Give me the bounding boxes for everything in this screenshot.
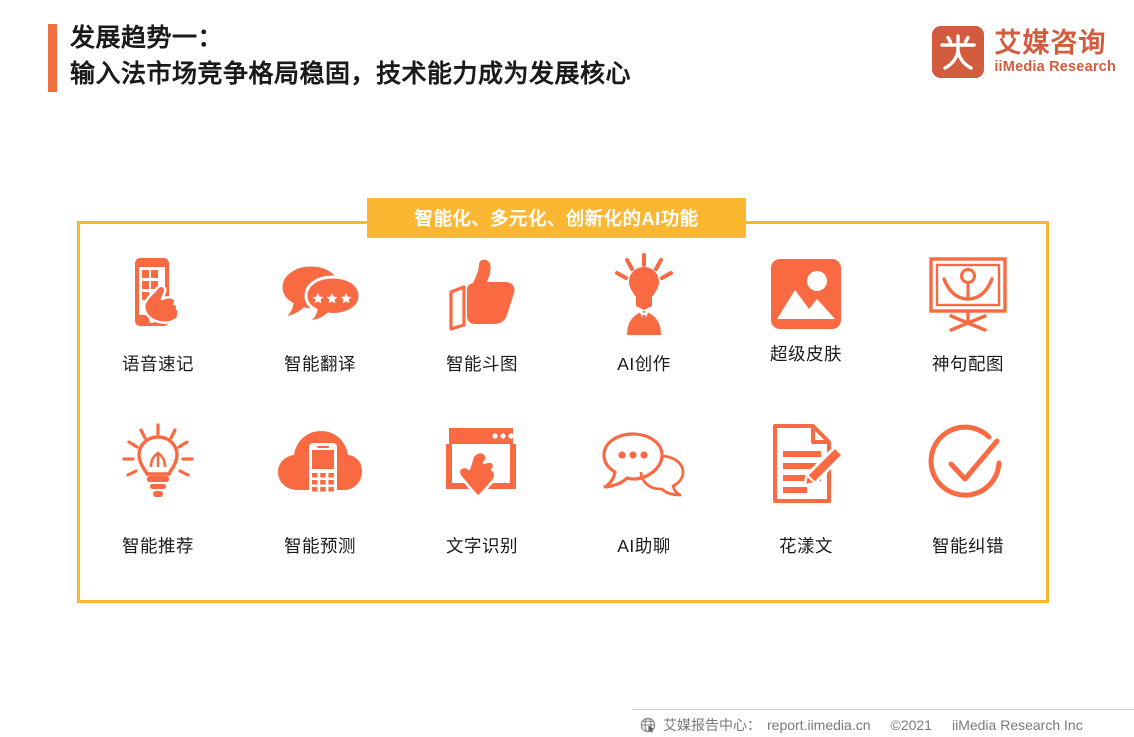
- footer: 艾媒报告中心： report.iimedia.cn ©2021 iiMedia …: [640, 713, 1134, 737]
- feature-label: 智能纠错: [932, 536, 1004, 556]
- thumbs-up-icon: [442, 251, 522, 337]
- logo-name-en: iiMedia Research: [994, 59, 1116, 75]
- framed-photo-person-icon: [926, 251, 1010, 337]
- footer-company: iiMedia Research Inc: [951, 717, 1083, 733]
- logo-name-cn: 艾媒咨询: [994, 28, 1107, 58]
- title-line-1: 发展趋势一：: [70, 24, 224, 52]
- chat-bubbles-outline-icon: [601, 421, 687, 507]
- feature-item-super-skin[interactable]: 超级皮肤: [725, 243, 887, 366]
- slide-header: 发展趋势一： 输入法市场竞争格局稳固，技术能力成为发展核心 艾媒咨询 iiMed…: [0, 0, 1134, 120]
- document-pencil-icon: [767, 421, 845, 507]
- feature-label: 神句配图: [932, 354, 1004, 374]
- feature-item-ai-creation[interactable]: AI创作: [563, 243, 725, 376]
- slide-page: 发展趋势一： 输入法市场竞争格局稳固，技术能力成为发展核心 艾媒咨询 iiMed…: [0, 0, 1134, 737]
- logo-mark-icon: [932, 26, 985, 78]
- check-circle-icon: [927, 421, 1009, 507]
- features-grid: 语音速记 智能翻译 智能斗图 AI创作 超级皮肤 神句配图 智能推荐 智能预测 …: [77, 243, 1049, 583]
- browser-hand-cursor-icon: [443, 421, 521, 507]
- feature-item-text-recognition[interactable]: 文字识别: [401, 413, 563, 558]
- logo-text: 艾媒咨询 iiMedia Research: [994, 28, 1116, 76]
- feature-item-smart-correction[interactable]: 智能纠错: [887, 413, 1049, 558]
- feature-item-meme-battle[interactable]: 智能斗图: [401, 243, 563, 376]
- brand-logo: 艾媒咨询 iiMedia Research: [932, 26, 1116, 78]
- title-accent-bar: [48, 24, 57, 92]
- title-line-2: 输入法市场竞争格局稳固，技术能力成为发展核心: [70, 60, 632, 88]
- feature-label: 智能预测: [284, 536, 356, 556]
- cloud-phone-icon: [276, 421, 364, 507]
- feature-label: 超级皮肤: [770, 344, 842, 364]
- page-title: 发展趋势一： 输入法市场竞争格局稳固，技术能力成为发展核心: [70, 20, 631, 92]
- footer-copyright: ©2021: [890, 717, 932, 733]
- feature-label: AI助聊: [617, 536, 671, 556]
- panel-banner-label: 智能化、多元化、创新化的AI功能: [414, 208, 699, 229]
- footer-divider: [632, 709, 1134, 710]
- chat-bubbles-stars-icon: [277, 251, 363, 337]
- phone-hand-icon: [121, 251, 195, 337]
- feature-item-smart-recommend[interactable]: 智能推荐: [77, 413, 239, 558]
- footer-source-label: 艾媒报告中心：: [663, 717, 761, 733]
- panel-banner: 智能化、多元化、创新化的AI功能: [367, 198, 746, 238]
- feature-item-ai-chat-assist[interactable]: AI助聊: [563, 413, 725, 558]
- feature-item-voice-note[interactable]: 语音速记: [77, 243, 239, 376]
- feature-item-smart-predict[interactable]: 智能预测: [239, 413, 401, 558]
- feature-label: 花漾文: [779, 536, 833, 556]
- image-picture-icon: [769, 251, 843, 337]
- feature-label: 语音速记: [122, 354, 194, 374]
- feature-item-smart-translate[interactable]: 智能翻译: [239, 243, 401, 376]
- feature-label: 智能推荐: [122, 536, 194, 556]
- feature-item-flower-text[interactable]: 花漾文: [725, 413, 887, 558]
- feature-label: 智能斗图: [446, 354, 518, 374]
- feature-label: 文字识别: [446, 536, 518, 556]
- lightbulb-rays-icon: [119, 421, 197, 507]
- globe-icon: [640, 717, 656, 733]
- footer-url[interactable]: report.iimedia.cn: [767, 717, 871, 733]
- feature-item-sentence-image[interactable]: 神句配图: [887, 243, 1049, 376]
- person-lightbulb-icon: [604, 251, 684, 337]
- feature-label: AI创作: [617, 354, 671, 374]
- feature-label: 智能翻译: [284, 354, 356, 374]
